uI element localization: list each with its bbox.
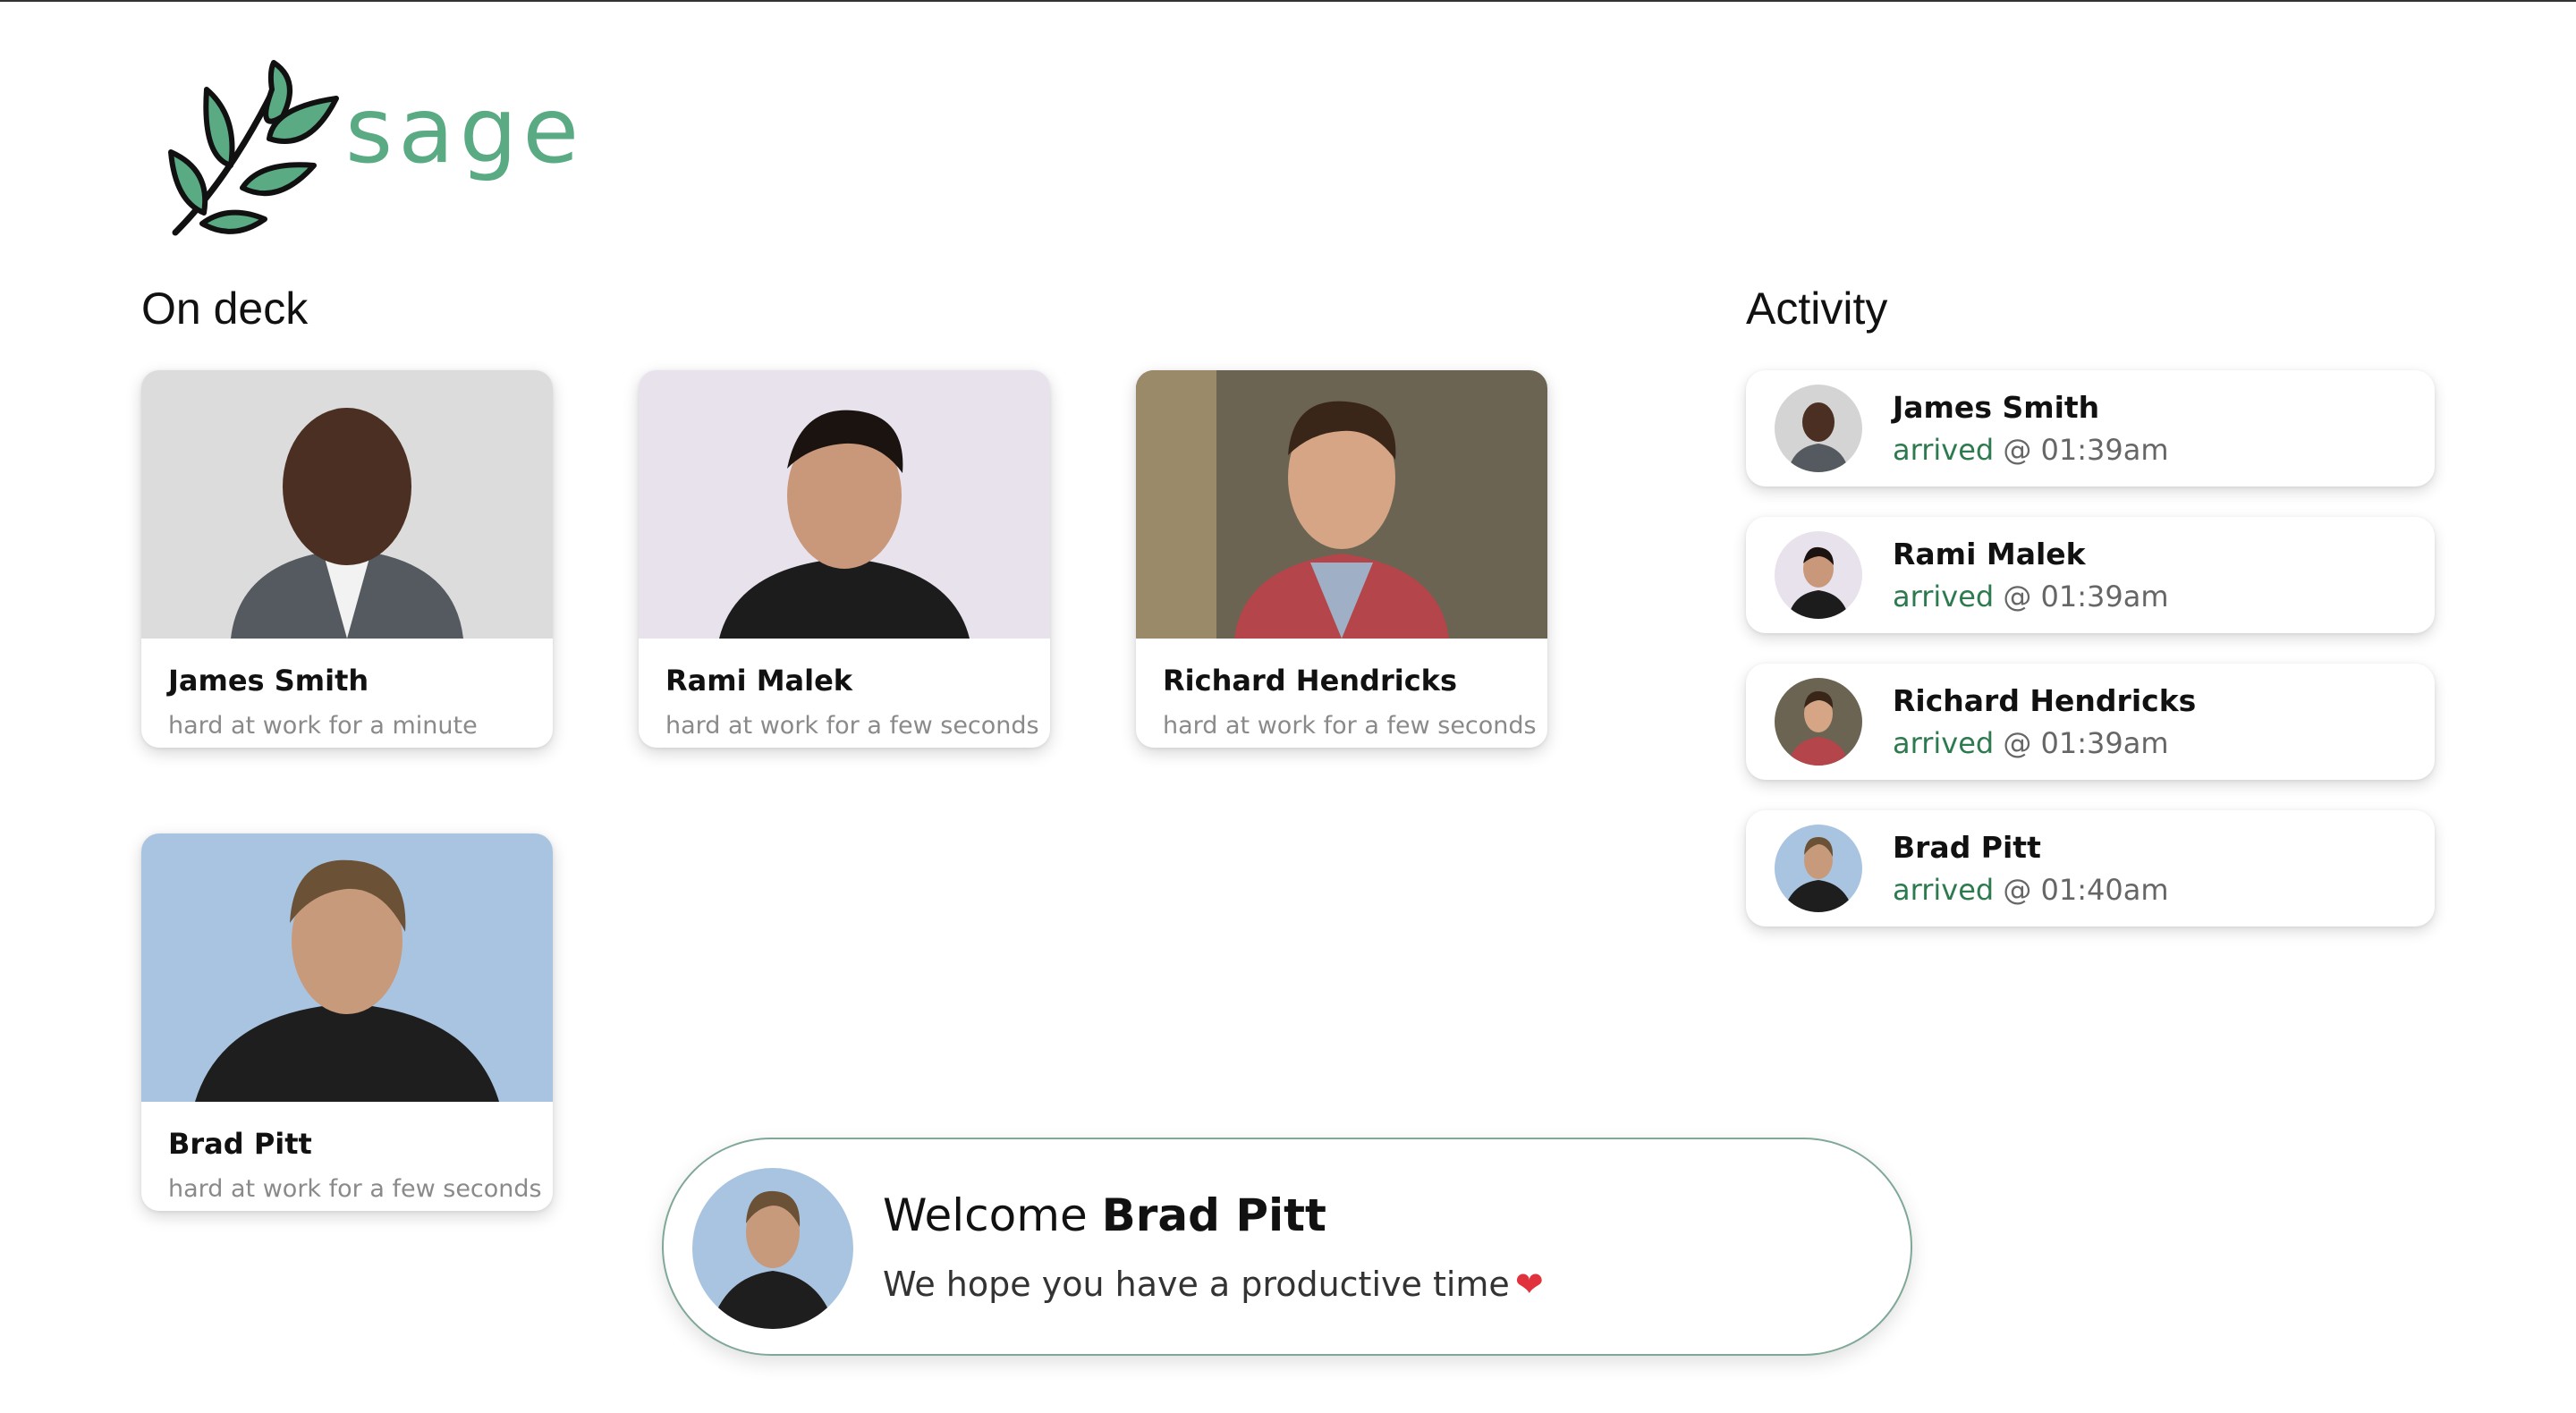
activity-detail: arrived @ 01:39am — [1893, 580, 2169, 613]
card-name: James Smith — [168, 664, 369, 698]
arrived-label: arrived — [1893, 433, 1995, 467]
card-name: Rami Malek — [665, 664, 853, 698]
activity-item[interactable]: Rami Malek arrived @ 01:39am — [1746, 517, 2435, 633]
welcome-message-line: We hope you have a productive time ❤ — [883, 1265, 1544, 1304]
person-photo — [1136, 370, 1547, 639]
activity-item[interactable]: Richard Hendricks arrived @ 01:39am — [1746, 664, 2435, 780]
arrival-time: @ 01:39am — [2003, 726, 2169, 760]
welcome-heading: Welcome Brad Pitt — [883, 1189, 1326, 1241]
activity-detail: arrived @ 01:39am — [1893, 726, 2169, 760]
arrival-time: @ 01:39am — [2003, 433, 2169, 467]
welcome-message: We hope you have a productive time — [883, 1265, 1510, 1304]
activity-detail: arrived @ 01:40am — [1893, 873, 2169, 907]
employee-card[interactable]: Richard Hendricks hard at work for a few… — [1136, 370, 1547, 748]
employee-card[interactable]: Brad Pitt hard at work for a few seconds — [141, 833, 553, 1211]
activity-name: Brad Pitt — [1893, 830, 2041, 865]
employee-card[interactable]: Rami Malek hard at work for a few second… — [639, 370, 1050, 748]
card-status: hard at work for a few seconds — [168, 1175, 542, 1203]
card-name: Brad Pitt — [168, 1127, 312, 1161]
welcome-toast[interactable]: Welcome Brad Pitt We hope you have a pro… — [662, 1138, 1912, 1356]
arrival-time: @ 01:39am — [2003, 580, 2169, 613]
avatar — [692, 1168, 853, 1329]
arrival-time: @ 01:40am — [2003, 873, 2169, 907]
welcome-greeting: Welcome — [883, 1189, 1088, 1241]
activity-title: Activity — [1746, 283, 1888, 334]
activity-item[interactable]: Brad Pitt arrived @ 01:40am — [1746, 810, 2435, 926]
avatar — [1775, 678, 1862, 766]
activity-name: Richard Hendricks — [1893, 683, 2197, 718]
heart-icon: ❤ — [1514, 1265, 1544, 1304]
welcome-name: Brad Pitt — [1101, 1189, 1326, 1241]
activity-name: James Smith — [1893, 390, 2100, 425]
sage-logo: sage — [166, 54, 579, 241]
activity-name: Rami Malek — [1893, 537, 2086, 571]
leaf-branch-icon — [168, 60, 339, 236]
top-border — [0, 0, 2576, 2]
card-status: hard at work for a few seconds — [665, 712, 1039, 740]
arrived-label: arrived — [1893, 873, 1995, 907]
person-photo — [141, 833, 553, 1102]
employee-card[interactable]: James Smith hard at work for a minute — [141, 370, 553, 748]
person-photo — [141, 370, 553, 639]
avatar — [1775, 385, 1862, 472]
activity-detail: arrived @ 01:39am — [1893, 433, 2169, 467]
on-deck-title: On deck — [141, 283, 309, 334]
logo-wordmark: sage — [345, 78, 585, 184]
card-name: Richard Hendricks — [1163, 664, 1457, 698]
card-status: hard at work for a few seconds — [1163, 712, 1537, 740]
activity-item[interactable]: James Smith arrived @ 01:39am — [1746, 370, 2435, 487]
arrived-label: arrived — [1893, 580, 1995, 613]
person-photo — [639, 370, 1050, 639]
avatar — [1775, 825, 1862, 912]
arrived-label: arrived — [1893, 726, 1995, 760]
card-status: hard at work for a minute — [168, 712, 478, 740]
avatar — [1775, 531, 1862, 619]
